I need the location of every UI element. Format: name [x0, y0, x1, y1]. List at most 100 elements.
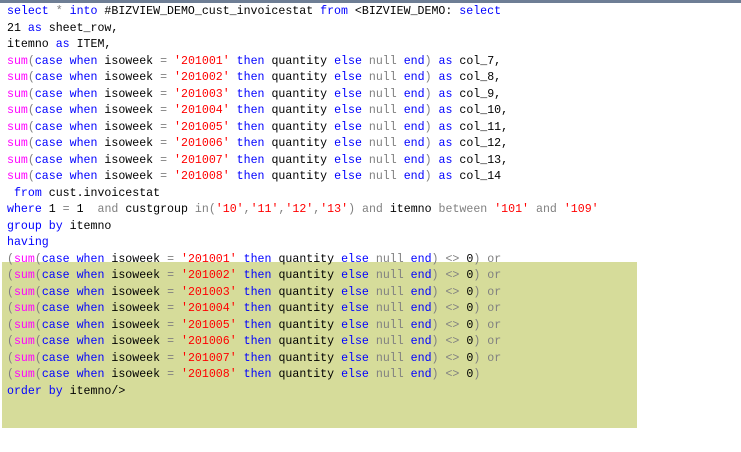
code-token-op: null	[361, 54, 404, 68]
code-line[interactable]: (sum(case when isoweek = '201002' then q…	[7, 268, 599, 285]
code-token-op: ,	[243, 203, 251, 216]
code-token-fn: sum	[13, 351, 35, 365]
code-line[interactable]: sum(case when isoweek = '201008' then qu…	[7, 169, 599, 186]
code-line[interactable]: (sum(case when isoweek = '201008' then q…	[7, 367, 599, 384]
code-token-op: or	[487, 335, 502, 348]
code-token-kw: where	[7, 203, 42, 216]
code-line[interactable]: (sum(case when isoweek = '201005' then q…	[7, 318, 599, 335]
code-token-kw: then	[236, 137, 265, 150]
code-token-str: '201007'	[181, 351, 237, 365]
code-line[interactable]: (sum(case when isoweek = '201004' then q…	[7, 301, 599, 318]
code-token-op: null	[361, 170, 404, 183]
code-token-str: '201006'	[181, 335, 237, 348]
code-token-kw: as	[438, 104, 453, 117]
code-line[interactable]: (sum(case when isoweek = '201003' then q…	[7, 285, 599, 302]
code-line[interactable]: (sum(case when isoweek = '201006' then q…	[7, 334, 599, 351]
code-token-kw: then	[236, 54, 265, 68]
code-token-kw: as	[438, 54, 453, 68]
code-token-kw: then	[243, 318, 272, 332]
code-token-plain: quantity	[264, 87, 335, 101]
code-line[interactable]: itemno as ITEM,	[7, 37, 599, 54]
code-line[interactable]: sum(case when isoweek = '201006' then qu…	[7, 136, 599, 153]
code-token-op: *	[48, 5, 70, 18]
code-line[interactable]: (sum(case when isoweek = '201007' then q…	[7, 351, 599, 368]
code-token-kw: case when	[34, 153, 98, 167]
code-line[interactable]: sum(case when isoweek = '201004' then qu…	[7, 103, 599, 120]
code-line[interactable]: sum(case when isoweek = '201001' then qu…	[7, 54, 599, 71]
code-token-kw: else	[341, 302, 369, 315]
code-token-str: '201001'	[181, 252, 237, 266]
code-token-kw: else	[341, 269, 369, 282]
code-token-op: <>	[445, 368, 460, 381]
code-line[interactable]: sum(case when isoweek = '201005' then qu…	[7, 120, 599, 137]
code-token-op: =	[167, 252, 175, 266]
code-token-op: )	[431, 285, 439, 299]
editor-top-border	[0, 0, 741, 3]
code-token-op: (	[27, 54, 35, 68]
code-token-op: (	[34, 302, 42, 315]
code-line[interactable]: order by itemno/>	[7, 384, 599, 401]
code-text[interactable]: select * into #BIZVIEW_DEMO_cust_invoice…	[7, 4, 599, 400]
code-token-kw: else	[341, 252, 369, 266]
code-token-plain: isoweek	[104, 285, 168, 299]
code-token-str: '201003'	[181, 285, 237, 299]
code-token-kw: else	[334, 104, 362, 117]
code-line[interactable]: having	[7, 235, 599, 252]
code-line[interactable]: where 1 = 1 and custgroup in('10','11','…	[7, 202, 599, 219]
code-token-str: '201006'	[174, 137, 230, 150]
code-token-op: null	[368, 285, 411, 299]
code-token-op: (	[34, 351, 42, 365]
code-token-plain: 0	[459, 335, 474, 348]
code-token-kw: else	[341, 351, 369, 365]
code-token-plain: 0	[459, 285, 474, 299]
code-token-plain: 0	[459, 269, 474, 282]
code-line[interactable]: group by itemno	[7, 219, 599, 236]
code-token-kw: case when	[34, 87, 98, 101]
code-token-op: )	[424, 54, 432, 68]
code-token-op: null	[368, 335, 411, 348]
code-token-op: (	[7, 252, 14, 266]
code-token-kw: then	[243, 302, 272, 315]
code-token-plain: 1	[69, 203, 98, 216]
code-token-plain: quantity	[264, 170, 335, 183]
code-token-plain: quantity	[271, 351, 342, 365]
code-token-fn: sum	[7, 54, 28, 68]
code-line[interactable]: sum(case when isoweek = '201007' then qu…	[7, 153, 599, 170]
code-line[interactable]: sum(case when isoweek = '201002' then qu…	[7, 70, 599, 87]
sql-editor[interactable]: select * into #BIZVIEW_DEMO_cust_invoice…	[0, 0, 741, 452]
code-token-op: or	[487, 351, 502, 365]
code-line[interactable]: from cust.invoicestat	[7, 186, 599, 203]
code-token-kw: case when	[34, 170, 98, 183]
code-token-plain: itemno	[7, 38, 56, 51]
code-line[interactable]: sum(case when isoweek = '201003' then qu…	[7, 87, 599, 104]
code-line[interactable]: select * into #BIZVIEW_DEMO_cust_invoice…	[7, 4, 599, 21]
code-token-op: (	[7, 351, 14, 365]
code-token-op: )	[431, 368, 439, 381]
code-token-kw: case when	[34, 137, 98, 150]
code-line[interactable]: (sum(case when isoweek = '201001' then q…	[7, 252, 599, 269]
code-token-plain: isoweek	[104, 318, 168, 332]
code-token-op: (	[34, 368, 42, 381]
code-token-op: =	[167, 302, 175, 315]
code-token-fn: sum	[13, 285, 35, 299]
code-token-op: null	[361, 104, 404, 117]
code-token-plain: quantity	[271, 368, 342, 381]
code-token-kw: case when	[41, 252, 105, 266]
code-token-op: )	[431, 335, 439, 348]
code-token-str: '13'	[320, 203, 349, 216]
code-token-plain: isoweek	[104, 269, 168, 282]
code-line[interactable]: 21 as sheet_row,	[7, 21, 599, 38]
